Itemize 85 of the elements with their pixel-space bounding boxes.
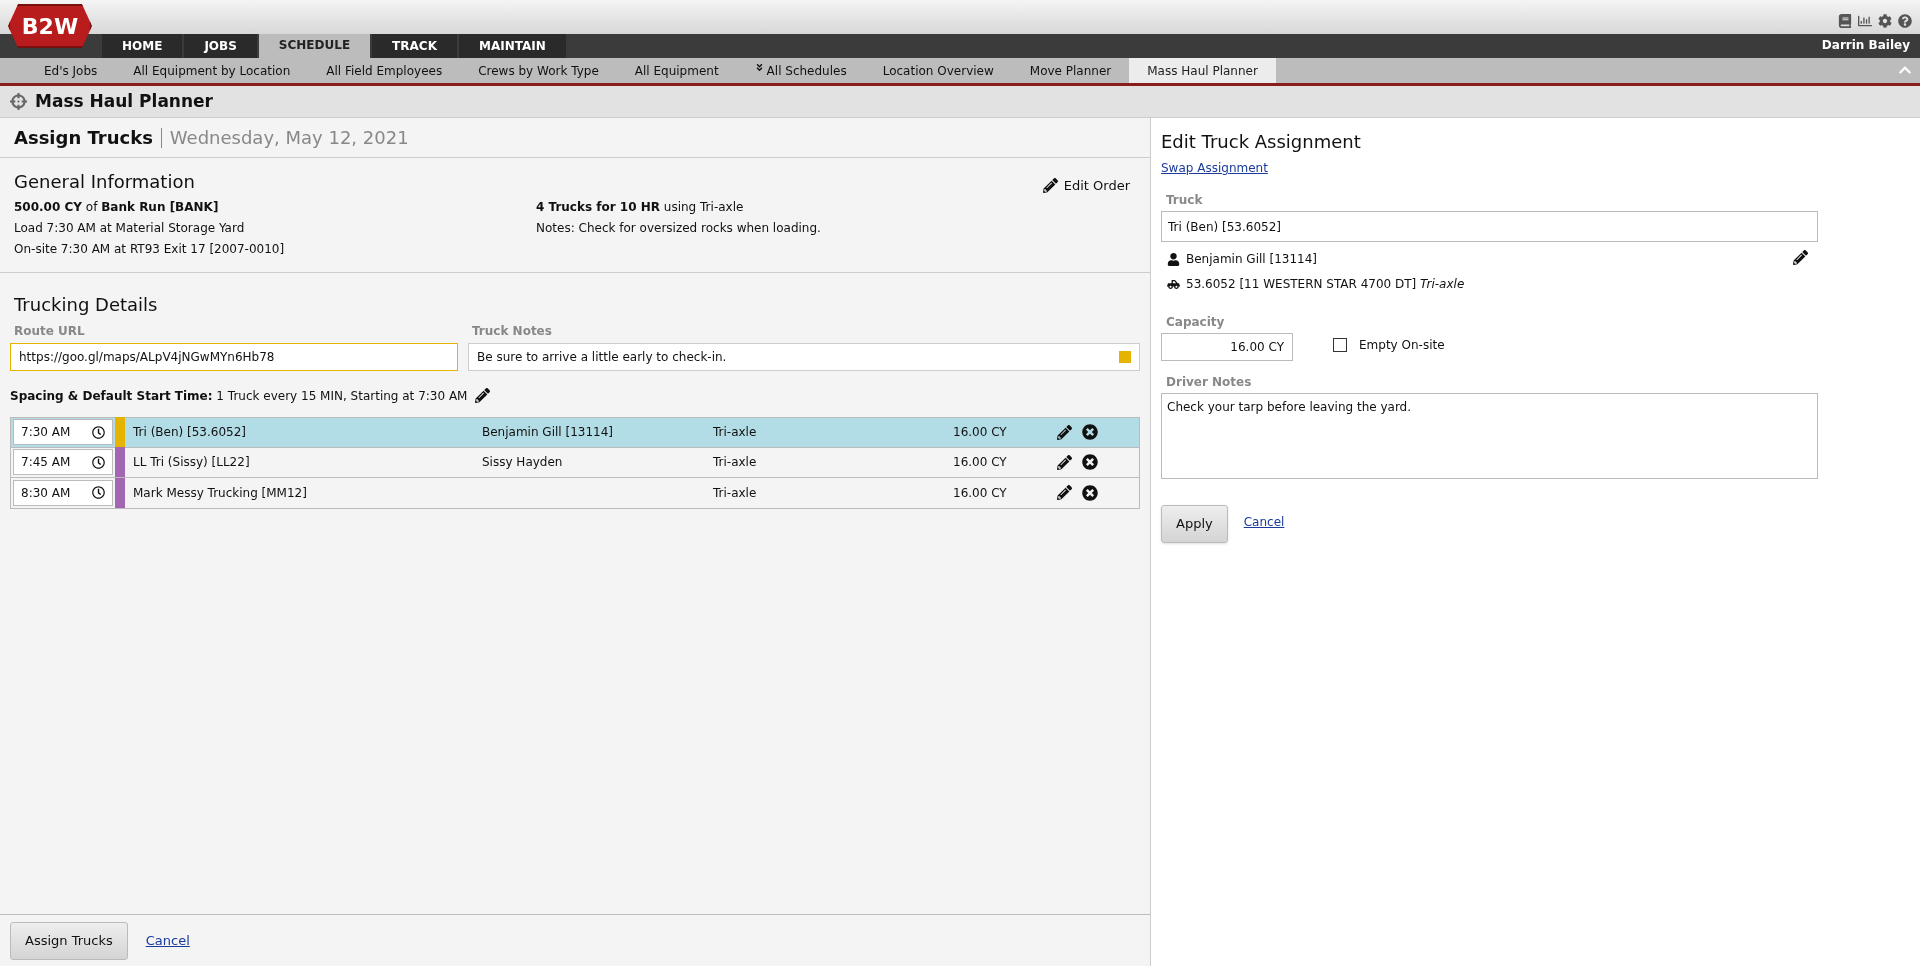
pencil-icon: [1042, 178, 1058, 194]
panel-title: Edit Truck Assignment: [1161, 130, 1362, 154]
date-label: Wednesday, May 12, 2021: [160, 127, 409, 148]
help-icon[interactable]: [1898, 14, 1912, 28]
table-cell-text: 16.00 CY: [953, 484, 1008, 502]
truck-row[interactable]: 7:30 AM Tri (Ben) [53.6052] Benjamin Gill [13114] Tri-axle 16.00 CY: [11, 417, 1139, 448]
sub-tab[interactable]: All Schedules: [736, 58, 865, 83]
table-cell-text: Benjamin Gill [13114]: [482, 424, 614, 441]
sub-tab[interactable]: All Equipment: [616, 58, 737, 83]
field-label: Truck: [1165, 192, 1204, 209]
time-field[interactable]: 7:45 AM: [13, 449, 113, 475]
edit-icon[interactable]: [1057, 424, 1072, 440]
sub-tab[interactable]: Location Overview: [864, 58, 1012, 83]
note-icon: [1119, 350, 1131, 363]
checkbox-label: Empty On-site: [1359, 337, 1445, 354]
time-field[interactable]: 7:30 AM: [13, 419, 113, 445]
table-cell-text: Tri (Ben) [53.6052]: [133, 424, 248, 441]
edit-icon[interactable]: [1793, 250, 1808, 265]
sub-tab[interactable]: All Field Employees: [308, 58, 461, 83]
clock-icon: [92, 425, 105, 439]
assign-trucks-button[interactable]: Assign Trucks: [10, 921, 128, 960]
truck-icon: [1167, 277, 1180, 291]
edit-icon[interactable]: [1057, 485, 1072, 500]
library-icon[interactable]: [1838, 14, 1852, 28]
remove-icon[interactable]: [1082, 424, 1098, 440]
nav-tab[interactable]: MAINTAIN: [458, 34, 566, 58]
edit-icon[interactable]: [1057, 454, 1072, 470]
page-title: Mass Haul Planner: [35, 89, 213, 113]
person-icon: [1167, 252, 1180, 266]
info-line: Load 7:30 AM at Material Storage Yard: [14, 219, 246, 237]
sub-tab[interactable]: All Equipment by Location: [115, 58, 309, 83]
info-line: 500.00 CY of Bank Run [BANK]: [14, 198, 220, 216]
capacity-field[interactable]: 16.00 CY: [1161, 333, 1293, 361]
cancel-link[interactable]: Cancel: [1243, 513, 1285, 531]
sub-tab[interactable]: Ed's Jobs: [26, 58, 116, 83]
remove-icon[interactable]: [1082, 454, 1098, 470]
driver-name: Benjamin Gill [13114]: [1186, 251, 1317, 268]
info-line: 4 Trucks for 10 HR using Tri-axle: [536, 198, 745, 216]
caret-icon: [754, 63, 764, 72]
cancel-link[interactable]: Cancel: [145, 930, 190, 951]
field-label: Capacity: [1165, 314, 1226, 331]
target-icon: [10, 93, 27, 110]
table-cell-text: Tri-axle: [713, 484, 758, 502]
driver-notes-field[interactable]: Check your tarp before leaving the yard.: [1161, 393, 1818, 479]
clock-icon: [92, 455, 105, 469]
sub-tab[interactable]: Move Planner: [1011, 58, 1130, 83]
truck-row[interactable]: 7:45 AM LL Tri (Sissy) [LL22] Sissy Hayden Tri-axle 16.00 CY: [11, 447, 1139, 478]
settings-icon[interactable]: [1878, 14, 1892, 28]
truck-field[interactable]: Tri (Ben) [53.6052]: [1161, 211, 1818, 242]
table-cell-text: Sissy Hayden: [482, 454, 564, 471]
apply-button[interactable]: Apply: [1161, 505, 1228, 543]
equipment-name: 53.6052 [11 WESTERN STAR 4700 DT] Tri-axle: [1186, 276, 1465, 293]
section-title: Trucking Details: [13, 292, 159, 317]
info-line: On-site 7:30 AM at RT93 Exit 17 [2007-0010]: [14, 240, 286, 258]
spacing-text: Spacing & Default Start Time: 1 Truck every 15 MIN, Starting at 7:30 AM: [10, 387, 468, 405]
nav-tab[interactable]: HOME: [102, 34, 183, 58]
table-cell-text: Mark Messy Trucking [MM12]: [133, 484, 308, 502]
info-line: Notes: Check for oversized rocks when loading.: [536, 219, 821, 237]
swap-assignment-link[interactable]: Swap Assignment: [1161, 159, 1268, 177]
sub-tab[interactable]: Mass Haul Planner: [1129, 58, 1276, 83]
nav-tab[interactable]: SCHEDULE: [258, 32, 371, 58]
checkbox[interactable]: [1333, 338, 1347, 352]
remove-icon[interactable]: [1082, 484, 1098, 501]
table-cell-text: Tri-axle: [713, 454, 758, 471]
field-label: Driver Notes: [1165, 374, 1253, 391]
section-title: General Information: [14, 170, 195, 194]
sub-tab[interactable]: Crews by Work Type: [460, 58, 617, 83]
nav-tab[interactable]: JOBS: [184, 34, 257, 58]
time-field[interactable]: 8:30 AM: [13, 479, 113, 506]
field-label: Route URL: [13, 322, 86, 340]
table-cell-text: LL Tri (Sissy) [LL22]: [133, 454, 251, 471]
nav-tab[interactable]: TRACK: [372, 34, 457, 58]
user-name[interactable]: Darrin Bailey: [1821, 36, 1910, 54]
logo[interactable]: B2W: [8, 4, 92, 48]
edit-order-button[interactable]: Edit Order: [1042, 176, 1130, 196]
section-title: Assign Trucks: [14, 126, 153, 150]
route-url-field[interactable]: https://goo.gl/maps/ALpV4jNGwMYn6Hb78: [10, 342, 458, 371]
edit-icon[interactable]: [475, 388, 491, 403]
table-cell-text: 16.00 CY: [953, 454, 1008, 471]
field-label: Truck Notes: [471, 322, 553, 340]
chart-icon[interactable]: [1858, 14, 1872, 28]
truck-notes-field[interactable]: Be sure to arrive a little early to check-in.: [468, 342, 1140, 371]
table-cell-text: Tri-axle: [713, 424, 758, 441]
table-cell-text: 16.00 CY: [953, 424, 1008, 441]
clock-icon: [92, 486, 105, 499]
